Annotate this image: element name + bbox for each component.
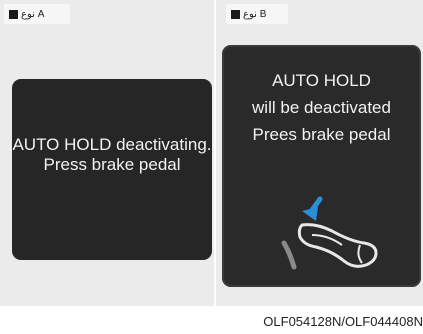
press-arrow-icon — [302, 196, 323, 221]
type-b-line-2: will be deactivated — [252, 98, 391, 117]
type-a-label-text: نوع A — [21, 8, 45, 20]
type-b-label-text: نوع B — [243, 8, 267, 20]
foot-outline-icon — [297, 223, 378, 268]
type-a-display: AUTO HOLD deactivating. Press brake peda… — [12, 79, 212, 260]
type-b-line-1: AUTO HOLD — [272, 71, 371, 90]
figure-caption: OLF054128N/OLF044408N — [0, 306, 423, 334]
type-b-line-3: Prees brake pedal — [252, 125, 391, 144]
type-a-panel: نوع A AUTO HOLD deactivating. Press brak… — [0, 0, 214, 306]
type-b-label: نوع B — [226, 4, 288, 24]
type-b-message: AUTO HOLD will be deactivated Prees brak… — [222, 67, 421, 148]
brake-pedal-foot-icon — [281, 196, 378, 270]
type-b-panel: نوع B AUTO HOLD will be deactivated Pree… — [216, 0, 423, 306]
type-a-message: AUTO HOLD deactivating. Press brake peda… — [12, 135, 212, 174]
type-b-display: AUTO HOLD will be deactivated Prees brak… — [222, 45, 421, 287]
type-a-label: نوع A — [4, 4, 70, 24]
pedal-arc-icon — [281, 240, 297, 270]
type-a-square-icon — [9, 9, 18, 19]
type-b-square-icon — [231, 9, 240, 19]
figure-code: OLF054128N/OLF044408N — [263, 314, 423, 329]
